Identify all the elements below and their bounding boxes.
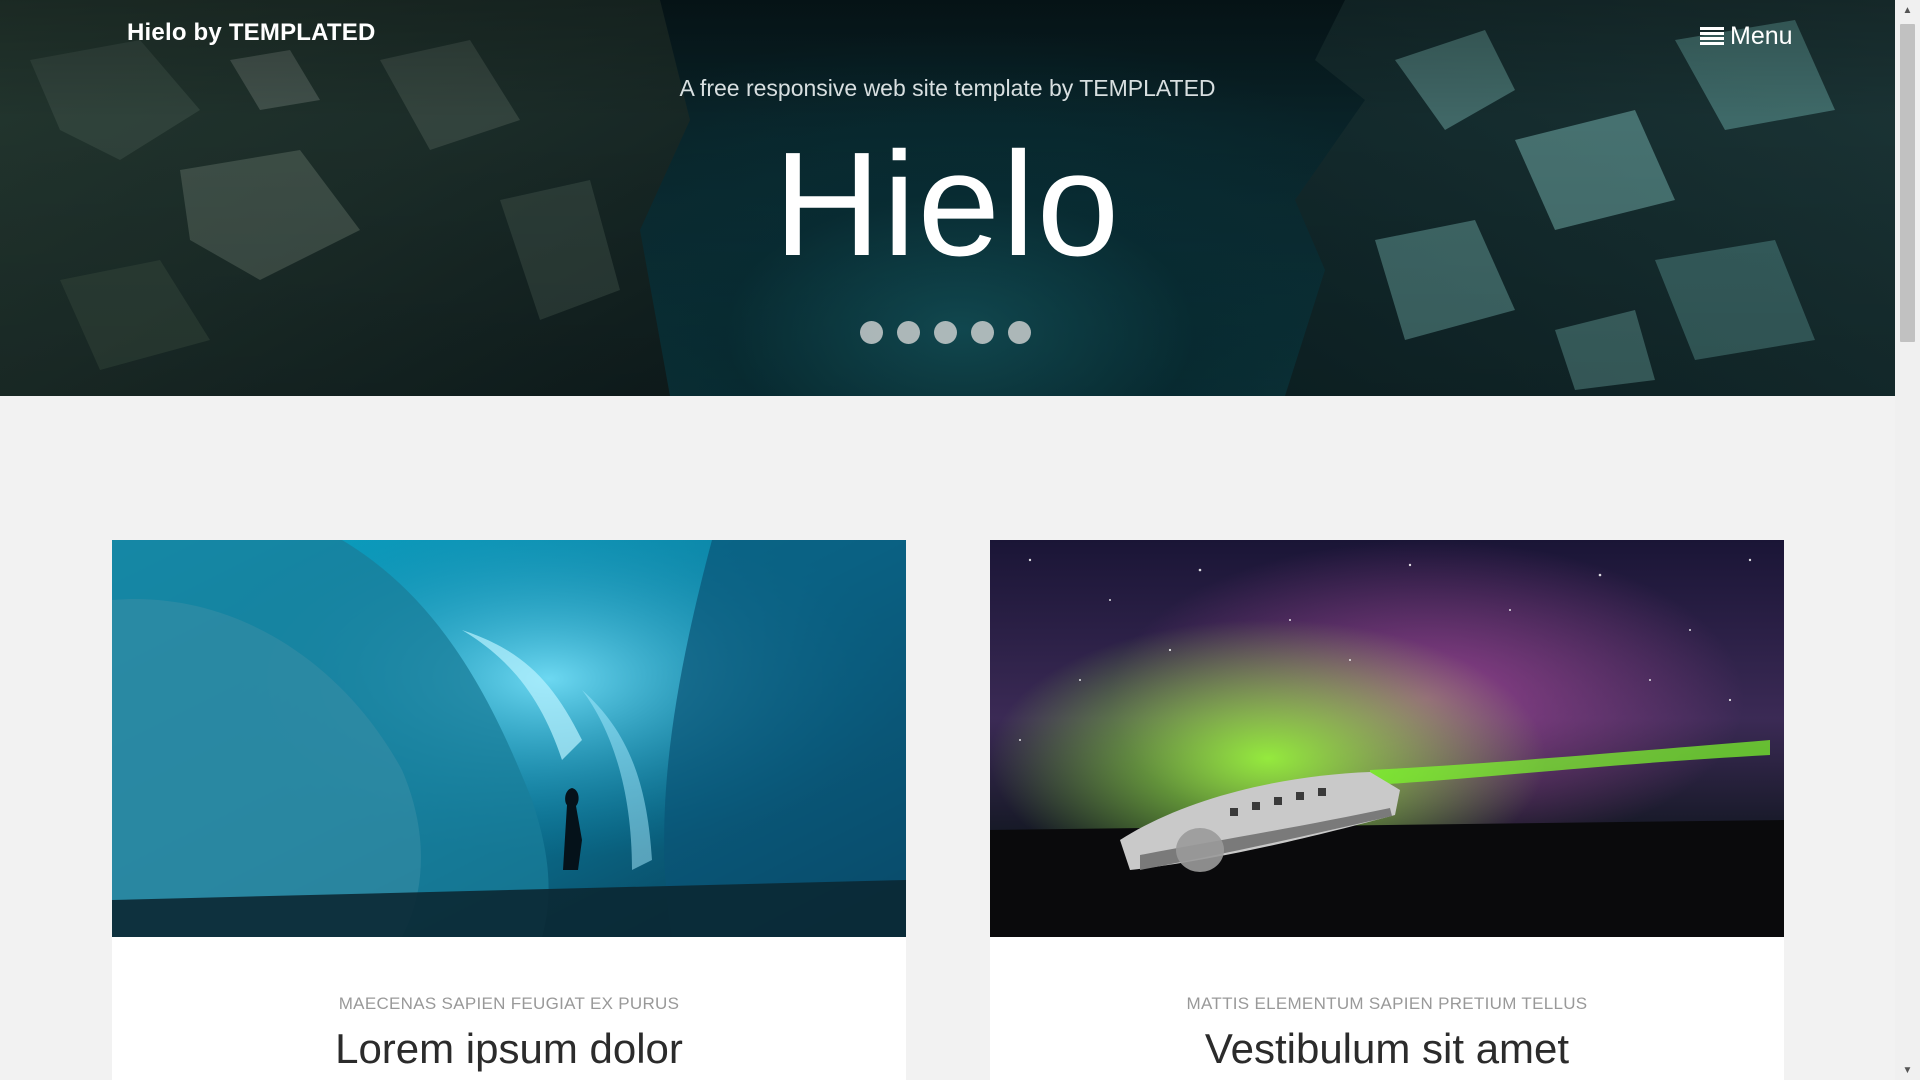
content-card: MAECENAS SAPIEN FEUGIAT EX PURUS Lorem i… xyxy=(112,540,906,1080)
menu-label: Menu xyxy=(1730,21,1793,50)
aurora-plane-wreck-photo[interactable] xyxy=(990,540,1784,937)
card-category: MAECENAS SAPIEN FEUGIAT EX PURUS xyxy=(338,994,680,1013)
hamburger-icon xyxy=(1700,26,1724,46)
hero-title: Hielo xyxy=(773,122,1122,287)
ice-cave-photo[interactable] xyxy=(112,540,906,937)
scroll-up-arrow-icon[interactable]: ▲ xyxy=(1895,0,1920,20)
slide-dot-4[interactable] xyxy=(971,321,994,344)
slide-dot-2[interactable] xyxy=(897,321,920,344)
card-title[interactable]: Vestibulum sit amet xyxy=(990,1025,1784,1073)
card-category: MATTIS ELEMENTUM SAPIEN PRETIUM TELLUS xyxy=(1186,994,1588,1013)
content-card: MATTIS ELEMENTUM SAPIEN PRETIUM TELLUS V… xyxy=(990,540,1784,1080)
banner-tagline: A free responsive web site template by T… xyxy=(679,75,1216,101)
scroll-down-arrow-icon[interactable]: ▼ xyxy=(1895,1060,1920,1080)
slide-dot-3[interactable] xyxy=(934,321,957,344)
slider-pagination xyxy=(860,321,1031,344)
menu-toggle-button[interactable]: Menu xyxy=(1700,20,1793,52)
hero-banner: Hielo by TEMPLATED Menu A free responsiv… xyxy=(0,0,1895,396)
page: Hielo by TEMPLATED Menu A free responsiv… xyxy=(0,0,1895,1080)
scrollbar-thumb[interactable] xyxy=(1900,24,1915,342)
slide-dot-1[interactable] xyxy=(860,321,883,344)
ice-cave-image xyxy=(112,540,906,937)
aurora-image xyxy=(990,540,1784,937)
vertical-scrollbar[interactable]: ▲ ▼ xyxy=(1895,0,1920,1080)
slide-dot-5[interactable] xyxy=(1008,321,1031,344)
site-logo[interactable]: Hielo by TEMPLATED xyxy=(127,19,376,47)
card-title[interactable]: Lorem ipsum dolor xyxy=(112,1025,906,1073)
